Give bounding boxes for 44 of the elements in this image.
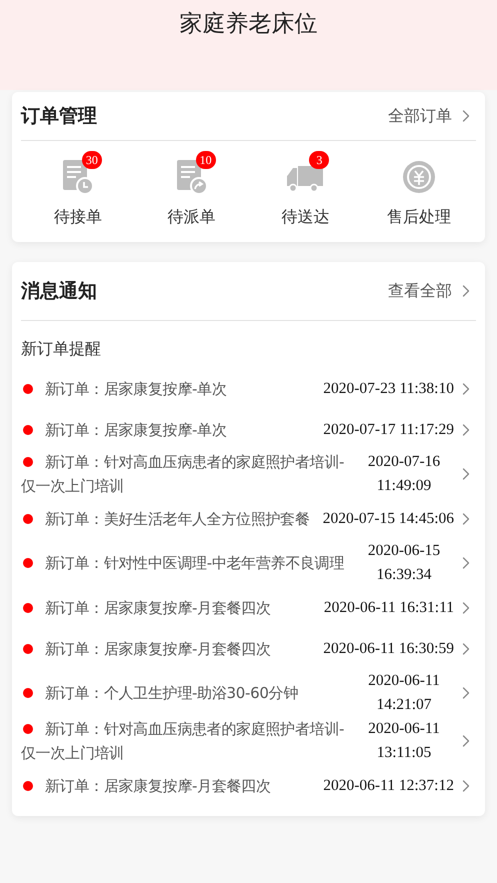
notification-text[interactable]: 新订单：居家康复按摩-月套餐四次: [21, 636, 322, 660]
notification-time: 2020-06-11 16:30:59: [323, 638, 454, 658]
order-status-label[interactable]: 待接单: [54, 207, 102, 228]
view-all-link[interactable]: 查看全部: [388, 280, 476, 302]
unread-dot-icon: [23, 602, 33, 612]
unread-dot-icon: [23, 384, 33, 394]
section-subtitle: 新订单提醒: [21, 338, 102, 360]
yuan-coin-icon: [403, 161, 436, 193]
notification-text[interactable]: 新订单：居家康复按摩-单次: [21, 376, 322, 400]
notification-time: 2020-06-11 14:21:07: [367, 671, 441, 715]
unread-dot-icon: [23, 514, 33, 524]
notification-text[interactable]: 新订单：针对高血压病患者的家庭照护者培训-仅一次上门培训: [21, 717, 352, 765]
order-status-label[interactable]: 待派单: [168, 207, 216, 228]
section-title: 消息通知: [21, 279, 97, 304]
notification-text[interactable]: 新订单：居家康复按摩-月套餐四次: [21, 774, 322, 798]
section-title: 订单管理: [21, 104, 97, 129]
notification-time: 2020-06-15 16:39:34: [366, 541, 442, 585]
count-badge: 30: [82, 151, 102, 169]
notification-time: 2020-07-17 11:17:29: [323, 420, 454, 440]
notification-text[interactable]: 新订单：个人卫生护理-助浴30-60分钟: [21, 681, 352, 705]
page-title: 家庭养老床位: [180, 10, 318, 39]
notification-text[interactable]: 新订单：居家康复按摩-月套餐四次: [21, 596, 322, 620]
notification-time: 2020-07-15 14:45:06: [322, 508, 454, 528]
all-orders-link[interactable]: 全部订单: [388, 106, 476, 126]
unread-dot-icon: [23, 688, 33, 698]
notification-time: 2020-07-16 11:49:09: [366, 452, 442, 496]
count-badge: 10: [196, 151, 216, 169]
unread-dot-icon: [23, 457, 33, 467]
order-status-label[interactable]: 售后处理: [387, 207, 452, 228]
notification-text[interactable]: 新订单：美好生活老年人全方位照护套餐: [21, 506, 321, 530]
unread-dot-icon: [23, 780, 33, 790]
notification-time: 2020-07-23 11:38:10: [323, 378, 454, 398]
order-status-label[interactable]: 待送达: [281, 207, 330, 228]
count-badge: 3: [309, 151, 330, 169]
notification-time: 2020-06-11 13:11:05: [367, 719, 441, 763]
notification-text[interactable]: 新订单：居家康复按摩-单次: [21, 418, 322, 442]
unread-dot-icon: [23, 724, 33, 734]
unread-dot-icon: [23, 424, 33, 434]
notification-text[interactable]: 新订单：针对高血压病患者的家庭照护者培训-仅一次上门培训: [21, 450, 352, 498]
notification-time: 2020-06-11 12:37:12: [323, 776, 454, 796]
unread-dot-icon: [23, 558, 33, 568]
notification-time: 2020-06-11 16:31:11: [324, 598, 454, 618]
unread-dot-icon: [23, 644, 33, 654]
notification-text[interactable]: 新订单：针对性中医调理-中老年营养不良调理: [21, 551, 352, 575]
